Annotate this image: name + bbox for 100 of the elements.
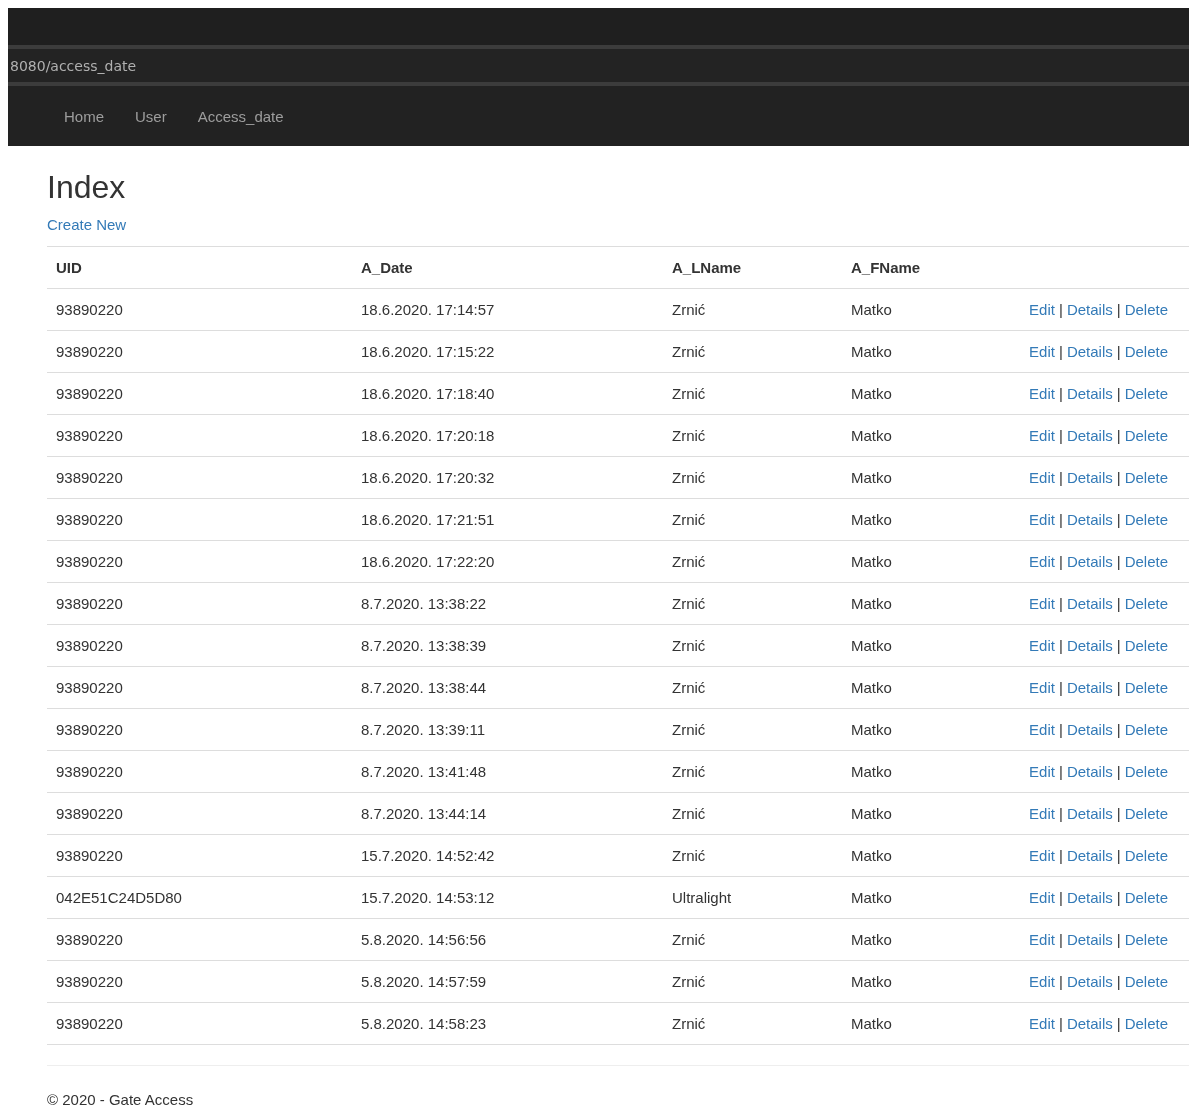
action-link[interactable]: Details [1066,469,1113,487]
action-link[interactable]: Details [1066,301,1113,319]
separator: | [1116,511,1121,529]
separator: | [1058,427,1063,445]
action-link[interactable]: Delete [1124,301,1168,319]
table-cell: 93890220 [56,805,123,823]
footer-text: © 2020 - Gate Access [47,1091,195,1109]
separator: | [1058,301,1063,319]
action-link[interactable]: Delete [1124,637,1168,655]
separator: | [1058,553,1063,571]
table-cell: Zrnić [672,973,706,991]
action-link[interactable]: Details [1066,427,1113,445]
action-link[interactable]: Edit [1029,763,1055,781]
table-cell: 93890220 [56,469,123,487]
table-cell: Matko [851,427,892,445]
separator: | [1116,805,1121,823]
separator: | [1058,805,1063,823]
action-link[interactable]: Delete [1124,343,1168,361]
action-link[interactable]: Delete [1124,805,1168,823]
table-cell: 8.7.2020. 13:39:11 [361,721,485,739]
action-link[interactable]: Edit [1029,343,1055,361]
action-link[interactable]: Edit [1029,721,1055,739]
table-cell: Matko [851,595,892,613]
separator: | [1058,973,1063,991]
action-link[interactable]: Details [1066,931,1113,949]
action-link[interactable]: Details [1066,1015,1113,1033]
action-link[interactable]: Edit [1029,973,1055,991]
action-link[interactable]: Delete [1124,763,1168,781]
action-link[interactable]: Edit [1029,427,1055,445]
action-link[interactable]: Details [1066,511,1113,529]
action-link[interactable]: Edit [1029,469,1055,487]
table-cell: 93890220 [56,973,123,991]
separator: | [1116,385,1121,403]
table-cell: Matko [851,637,892,655]
action-link[interactable]: Details [1066,637,1113,655]
action-link[interactable]: Edit [1029,1015,1055,1033]
separator: | [1116,931,1121,949]
separator: | [1116,427,1121,445]
action-link[interactable]: Delete [1124,679,1168,697]
separator: | [1058,511,1063,529]
table-cell: Matko [851,721,892,739]
action-link[interactable]: Edit [1029,637,1055,655]
table-cell: Matko [851,805,892,823]
nav-link[interactable]: Home [49,107,120,125]
table-cell: 15.7.2020. 14:53:12 [361,889,495,907]
table-cell: Zrnić [672,847,706,865]
action-link[interactable]: Edit [1029,595,1055,613]
action-link[interactable]: Delete [1124,595,1168,613]
action-link[interactable]: Delete [1124,889,1168,907]
action-link[interactable]: Details [1066,889,1113,907]
action-link[interactable]: Delete [1124,1015,1168,1033]
separator: | [1116,763,1121,781]
column-header: A_LName [672,259,742,277]
action-link[interactable]: Edit [1029,385,1055,403]
action-link[interactable]: Edit [1029,805,1055,823]
action-link[interactable]: Details [1066,973,1113,991]
action-link[interactable]: Details [1066,763,1113,781]
separator: | [1116,637,1121,655]
action-link[interactable]: Delete [1124,385,1168,403]
action-link[interactable]: Edit [1029,847,1055,865]
table-cell: 18.6.2020. 17:21:51 [361,511,495,529]
table-cell: 18.6.2020. 17:18:40 [361,385,495,403]
action-link[interactable]: Details [1066,679,1113,697]
table-cell: 5.8.2020. 14:56:56 [361,931,487,949]
action-link[interactable]: Delete [1124,511,1168,529]
action-link[interactable]: Delete [1124,721,1168,739]
table-cell: 93890220 [56,1015,123,1033]
nav-link[interactable]: User [120,107,183,125]
action-link[interactable]: Delete [1124,931,1168,949]
action-link[interactable]: Delete [1124,427,1168,445]
action-link[interactable]: Details [1066,805,1113,823]
action-link[interactable]: Edit [1029,889,1055,907]
action-link[interactable]: Details [1066,721,1113,739]
action-link[interactable]: Delete [1124,553,1168,571]
table-cell: 93890220 [56,847,123,865]
table-cell: Zrnić [672,805,706,823]
action-link[interactable]: Edit [1029,679,1055,697]
nav-link[interactable]: Access_date [182,107,300,125]
table-cell: Matko [851,973,892,991]
table-cell: 93890220 [56,385,123,403]
action-link[interactable]: Edit [1029,301,1055,319]
action-link[interactable]: Details [1066,595,1113,613]
action-link[interactable]: Delete [1124,847,1168,865]
action-link[interactable]: Edit [1029,511,1055,529]
table-cell: Matko [851,469,892,487]
action-link[interactable]: Delete [1124,469,1168,487]
action-link[interactable]: Edit [1029,553,1055,571]
table-cell: 5.8.2020. 14:58:23 [361,1015,487,1033]
action-link[interactable]: Edit [1029,931,1055,949]
table-cell: Matko [851,553,892,571]
action-link[interactable]: Details [1066,847,1113,865]
separator: | [1058,847,1063,865]
action-link[interactable]: Details [1066,553,1113,571]
create-new-link[interactable]: Create New [47,216,127,234]
table-cell: Zrnić [672,595,706,613]
table-cell: Zrnić [672,301,706,319]
table-cell: 93890220 [56,343,123,361]
action-link[interactable]: Details [1066,343,1113,361]
action-link[interactable]: Delete [1124,973,1168,991]
action-link[interactable]: Details [1066,385,1113,403]
